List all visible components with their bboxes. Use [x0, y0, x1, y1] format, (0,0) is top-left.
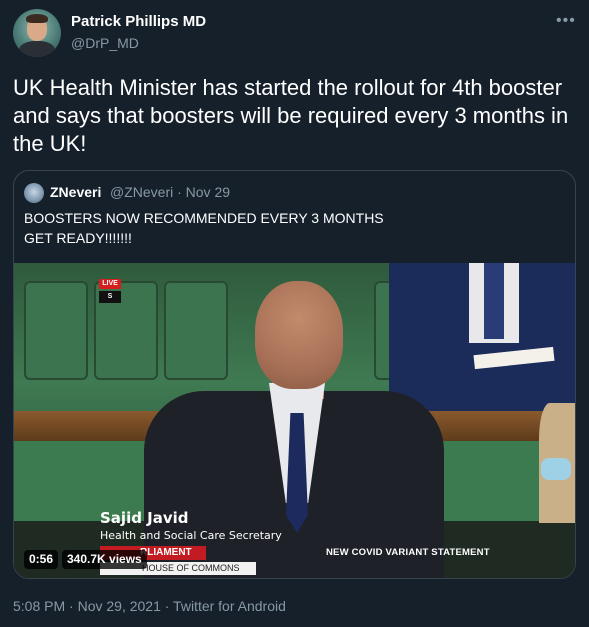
author-avatar[interactable] [13, 9, 61, 57]
video-player[interactable]: LIVE S Sajid Javid Health and Social Car… [14, 263, 575, 578]
video-views: 340.7K views [62, 550, 147, 569]
author-handle[interactable]: @DrP_MD [71, 35, 139, 51]
tweet-text: UK Health Minister has started the rollo… [13, 75, 569, 156]
quoted-author-name[interactable]: ZNeveri [50, 184, 101, 200]
avatar-hair [26, 14, 48, 23]
statement-label: NEW COVID VARIANT STATEMENT [326, 547, 490, 558]
live-sub-label: S [99, 291, 121, 303]
quoted-tweet[interactable]: ZNeveri @ZNeveri · Nov 29 BOOSTERS NOW R… [13, 170, 576, 579]
caption-role: Health and Social Care Secretary [100, 529, 282, 542]
speaker-head [255, 281, 343, 389]
quoted-line-2: GET READY!!!!!!! [24, 230, 132, 246]
quoted-handle-date: @ZNeveri · Nov 29 [110, 184, 231, 200]
more-horizontal-icon[interactable]: ••• [556, 12, 576, 30]
wall-panel [164, 281, 228, 380]
quoted-text: BOOSTERS NOW RECOMMENDED EVERY 3 MONTHS … [24, 208, 384, 248]
author-name[interactable]: Patrick Phillips MD [71, 13, 206, 30]
tweet-timestamp[interactable]: 5:08 PM · Nov 29, 2021 · Twitter for And… [13, 598, 286, 614]
face-mask [541, 458, 571, 480]
live-label: LIVE [99, 279, 121, 289]
wall-panel [24, 281, 88, 380]
caption-name: Sajid Javid [100, 509, 189, 527]
avatar-body [19, 41, 55, 57]
live-badge: LIVE S [99, 279, 121, 307]
quoted-avatar[interactable] [24, 183, 44, 203]
quoted-line-1: BOOSTERS NOW RECOMMENDED EVERY 3 MONTHS [24, 210, 384, 226]
video-duration: 0:56 [24, 550, 59, 569]
seated-person-tie [484, 263, 504, 339]
